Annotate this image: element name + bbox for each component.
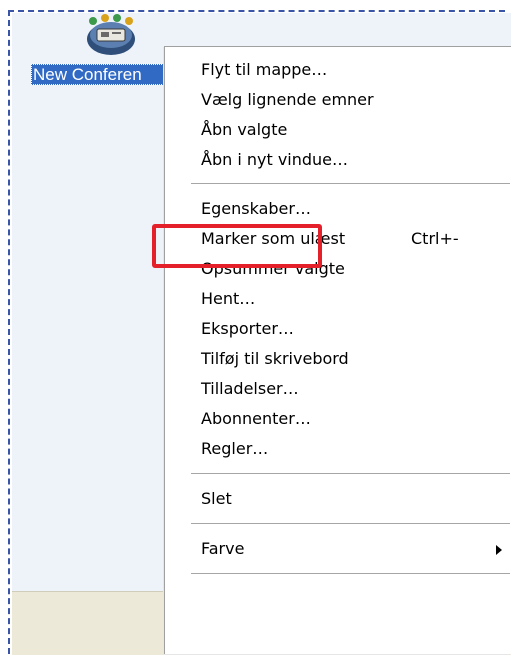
menu-item-select-similar[interactable]: Vælg lignende emner <box>165 85 510 115</box>
menu-item-label: Hent… <box>201 289 256 308</box>
context-menu: Flyt til mappe… Vælg lignende emner Åbn … <box>164 46 511 654</box>
menu-item-add-to-desktop[interactable]: Tilføj til skrivebord <box>165 344 510 374</box>
menu-separator <box>191 523 510 524</box>
menu-item-export[interactable]: Eksporter… <box>165 314 510 344</box>
menu-item-fetch[interactable]: Hent… <box>165 284 510 314</box>
menu-item-label: Eksporter… <box>201 319 294 338</box>
menu-item-label: Regler… <box>201 439 269 458</box>
menu-item-rules[interactable]: Regler… <box>165 434 510 464</box>
menu-item-label: Farve <box>201 539 245 558</box>
menu-item-permissions[interactable]: Tilladelser… <box>165 374 510 404</box>
annotation-highlight-box <box>152 224 322 268</box>
menu-item-label: Abonnenter… <box>201 409 311 428</box>
menu-item-label: Slet <box>201 489 232 508</box>
conference-room-icon[interactable] <box>83 13 139 57</box>
menu-item-shortcut: Ctrl+- <box>411 229 459 248</box>
menu-item-properties[interactable]: Egenskaber… <box>165 194 510 224</box>
menu-item-open-selected[interactable]: Åbn valgte <box>165 115 510 145</box>
menu-item-move-to-folder[interactable]: Flyt til mappe… <box>165 55 510 85</box>
menu-item-subscribers[interactable]: Abonnenter… <box>165 404 510 434</box>
menu-item-open-new-window[interactable]: Åbn i nyt vindue… <box>165 145 510 175</box>
menu-item-label: Åbn valgte <box>201 120 288 139</box>
menu-separator <box>191 473 510 474</box>
desktop-background: New Conferen Flyt til mappe… Vælg lignen… <box>0 0 511 655</box>
submenu-arrow-icon <box>496 545 502 555</box>
item-label[interactable]: New Conferen <box>31 64 164 85</box>
menu-separator <box>191 183 510 184</box>
menu-item-label: Vælg lignende emner <box>201 90 374 109</box>
menu-item-label: Åbn i nyt vindue… <box>201 150 349 169</box>
menu-item-label: Tilladelser… <box>201 379 299 398</box>
menu-item-label: Egenskaber… <box>201 199 311 218</box>
menu-separator <box>191 573 510 574</box>
menu-item-label: Flyt til mappe… <box>201 60 328 79</box>
menu-item-label: Tilføj til skrivebord <box>201 349 349 368</box>
menu-item-color[interactable]: Farve <box>165 534 510 564</box>
menu-item-delete[interactable]: Slet <box>165 484 510 514</box>
